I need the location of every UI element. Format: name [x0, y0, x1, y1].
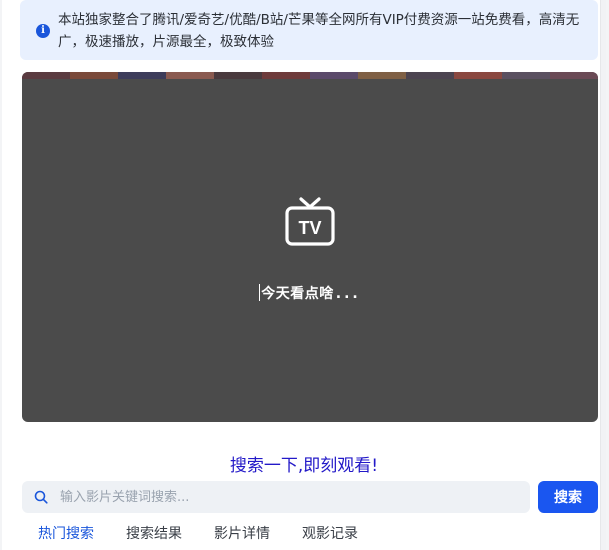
search-icon [34, 490, 48, 504]
search-input[interactable] [60, 481, 520, 513]
tv-icon-text: TV [298, 218, 321, 238]
search-slogan: 搜索一下,即刻观看! [229, 456, 379, 476]
tab-movie-details[interactable]: 影片详情 [198, 524, 286, 546]
info-icon: i [36, 24, 50, 38]
tab-bar: 热门搜索 搜索结果 影片详情 观影记录 [22, 524, 374, 546]
thumbnail-strip [22, 72, 598, 79]
page: i 本站独家整合了腾讯/爱奇艺/优酷/B站/芒果等全网所有VIP付费资源一站免费… [2, 0, 606, 550]
search-button[interactable]: 搜索 [538, 481, 598, 513]
notice-banner: i 本站独家整合了腾讯/爱奇艺/优酷/B站/芒果等全网所有VIP付费资源一站免费… [20, 0, 598, 60]
search-box[interactable] [22, 481, 530, 513]
player-prompt-text: 今天看点啥 [261, 286, 334, 302]
scrollbar-track[interactable] [600, 0, 606, 550]
notice-text: 本站独家整合了腾讯/爱奇艺/优酷/B站/芒果等全网所有VIP付费资源一站免费看，… [58, 12, 580, 50]
loading-dots: ... [335, 286, 361, 302]
video-player[interactable]: TV 今天看点啥... [22, 72, 598, 422]
tab-hot-search[interactable]: 热门搜索 [22, 524, 110, 546]
tv-icon: TV [285, 197, 335, 246]
player-prompt: 今天看点啥... [22, 283, 598, 303]
tab-search-results[interactable]: 搜索结果 [110, 524, 198, 546]
tab-watch-history[interactable]: 观影记录 [286, 524, 374, 546]
